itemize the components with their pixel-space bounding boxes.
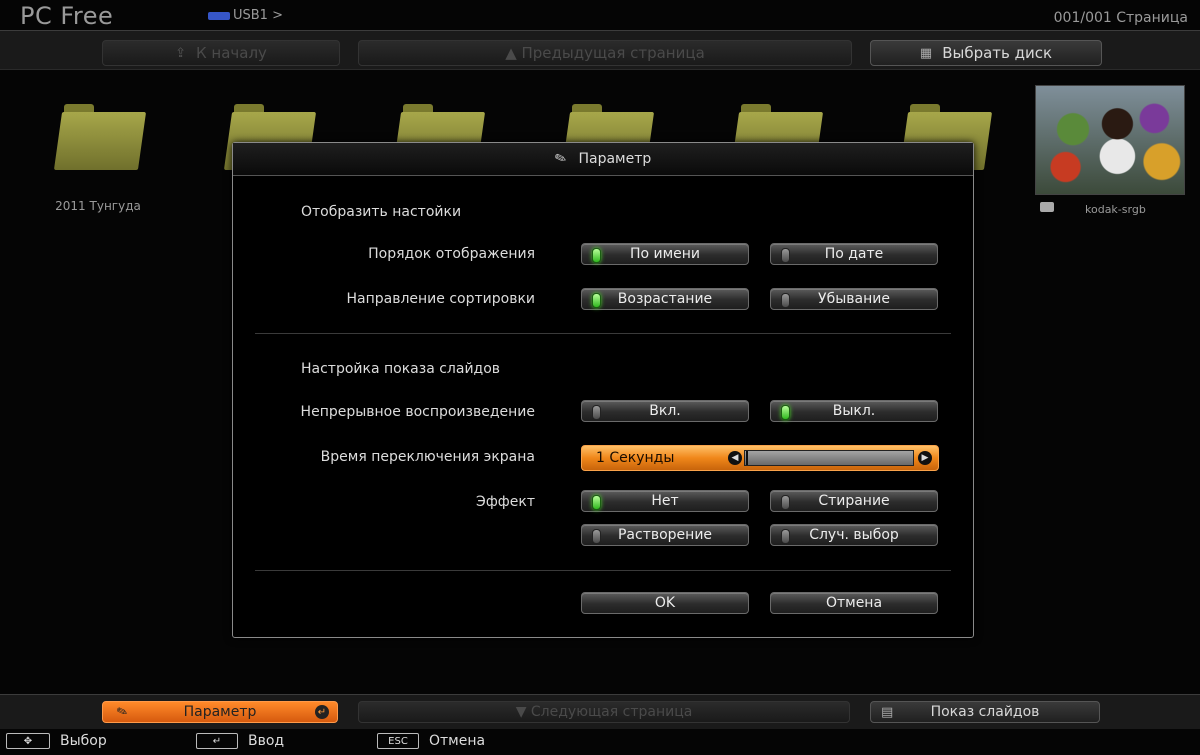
wrench-icon: ✎ [552, 149, 569, 169]
cancel-button[interactable]: Отмена [770, 592, 938, 614]
display-section-title: Отобразить настойки [301, 204, 462, 220]
unselected-indicator [781, 495, 790, 510]
hint-esc: ESC Отмена [377, 733, 485, 749]
continuous-on-button[interactable]: Вкл. [581, 400, 749, 422]
unselected-indicator [781, 248, 790, 263]
effect-dissolve-button[interactable]: Растворение [581, 524, 749, 546]
option-label: Возрастание [617, 291, 713, 307]
hint-enter: ↵ Ввод [196, 733, 284, 749]
sort-ascending-button[interactable]: Возрастание [581, 288, 749, 310]
order-by-date-button[interactable]: По дате [770, 243, 938, 265]
hint-enter-label: Ввод [248, 733, 285, 749]
image-thumbnail[interactable] [1035, 85, 1185, 195]
enter-icon: ↵ [315, 705, 329, 719]
prev-page-button[interactable]: ▲ Предыдущая страница [358, 40, 852, 66]
prev-page-label: ▲ Предыдущая страница [505, 44, 705, 62]
continuous-off-button[interactable]: Выкл. [770, 400, 938, 422]
selected-indicator [781, 405, 790, 420]
option-label: Нет [651, 493, 679, 509]
option-label: Растворение [617, 527, 713, 543]
select-disk-label: Выбрать диск [942, 44, 1053, 62]
ok-button[interactable]: OK [581, 592, 749, 614]
film-icon: ▤ [881, 704, 894, 720]
cancel-label: Отмена [825, 595, 883, 611]
switch-time-value: 1 Секунды [596, 450, 675, 466]
home-button[interactable]: ⇪ К началу [102, 40, 340, 66]
settings-dialog: ✎ Параметр Отобразить настойки Порядок о… [232, 142, 974, 638]
sort-label: Направление сортировки [346, 291, 535, 307]
option-label: По имени [629, 246, 701, 262]
option-label: По дате [824, 246, 884, 262]
unselected-indicator [592, 529, 601, 544]
switch-time-slider[interactable]: 1 Секунды ◀ ▶ [581, 445, 939, 471]
order-label: Порядок отображения [368, 246, 535, 262]
increase-arrow-icon[interactable]: ▶ [918, 451, 932, 465]
section-divider [255, 570, 951, 571]
page-counter: 001/001 Страница [1053, 10, 1188, 26]
esc-key: ESC [377, 733, 419, 749]
slideshow-label: Показ слайдов [930, 704, 1040, 720]
unselected-indicator [592, 405, 601, 420]
disk-icon: ▦ [919, 45, 933, 61]
option-label: Стирание [818, 493, 890, 509]
selected-indicator [592, 495, 601, 510]
next-page-label: ▼ Следующая страница [515, 704, 693, 720]
dialog-header: ✎ Параметр [233, 143, 973, 176]
folder-icon[interactable] [53, 104, 147, 170]
effect-label: Эффект [476, 494, 535, 510]
select-disk-button[interactable]: ▦ Выбрать диск [870, 40, 1102, 66]
wrench-icon: ✎ [114, 703, 131, 721]
option-label: Выкл. [832, 403, 876, 419]
effect-wipe-button[interactable]: Стирание [770, 490, 938, 512]
hint-cancel-label: Отмена [429, 733, 486, 749]
dialog-title: Параметр [578, 151, 652, 167]
thumbnail-label: kodak-srgb [1085, 203, 1146, 216]
selected-indicator [592, 248, 601, 263]
sort-descending-button[interactable]: Убывание [770, 288, 938, 310]
effect-random-button[interactable]: Случ. выбор [770, 524, 938, 546]
next-page-button[interactable]: ▼ Следующая страница [358, 701, 850, 723]
parameter-button[interactable]: ✎ Параметр ↵ [102, 701, 338, 723]
switch-time-label: Время переключения экрана [320, 449, 535, 465]
camera-icon [1040, 202, 1054, 212]
slider-thumb[interactable] [746, 451, 748, 465]
option-label: Случ. выбор [809, 527, 899, 543]
app-title: PC Free [20, 2, 114, 30]
option-label: Вкл. [649, 403, 681, 419]
decrease-arrow-icon[interactable]: ◀ [728, 451, 742, 465]
source-breadcrumb: USB1 > [233, 8, 283, 23]
folder-label: 2011 Тунгуда [55, 199, 141, 213]
ok-label: OK [654, 595, 676, 611]
dpad-icon: ✥ [6, 733, 50, 749]
section-divider [255, 333, 951, 334]
effect-none-button[interactable]: Нет [581, 490, 749, 512]
usb-drive-icon [208, 12, 230, 20]
parameter-label: Параметр [183, 704, 257, 720]
unselected-indicator [781, 293, 790, 308]
order-by-name-button[interactable]: По имени [581, 243, 749, 265]
enter-key-icon: ↵ [196, 733, 238, 749]
hint-select: ✥ Выбор [6, 733, 107, 749]
slideshow-button[interactable]: ▤ Показ слайдов [870, 701, 1100, 723]
home-icon: ⇪ [175, 45, 186, 61]
home-label: К началу [195, 44, 267, 62]
slideshow-section-title: Настройка показа слайдов [301, 361, 501, 377]
unselected-indicator [781, 529, 790, 544]
option-label: Убывание [818, 291, 890, 307]
continuous-play-label: Непрерывное воспроизведение [300, 404, 535, 420]
hint-select-label: Выбор [60, 733, 107, 749]
selected-indicator [592, 293, 601, 308]
slider-track[interactable] [744, 450, 914, 466]
